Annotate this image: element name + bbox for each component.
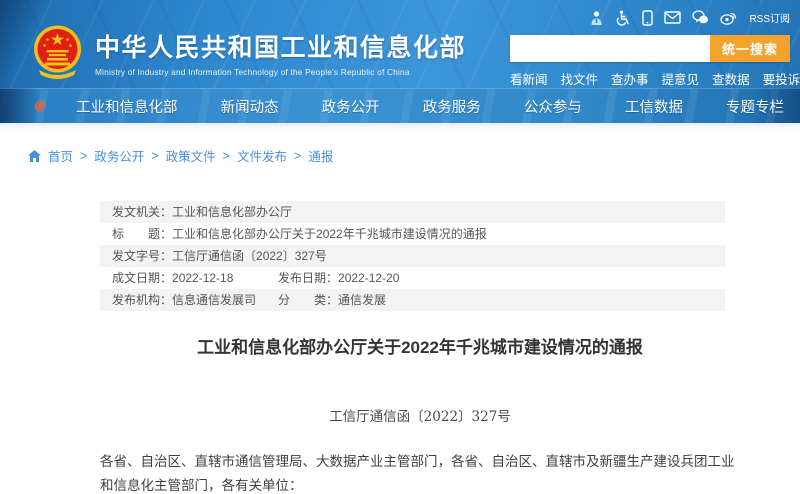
- breadcrumb-separator: >: [294, 149, 301, 163]
- quick-link-services[interactable]: 查办事: [611, 69, 649, 88]
- nav-item-special-topics[interactable]: 专题专栏: [726, 96, 784, 117]
- utility-icon-row: RSS订阅: [510, 9, 790, 26]
- breadcrumb: 首页 > 政务公开 > 政策文件 > 文件发布 > 通报: [28, 146, 800, 165]
- meta-value: 2022-12-20: [338, 271, 399, 285]
- search-bar: 统一搜索: [510, 35, 790, 62]
- quick-link-news[interactable]: 看新闻: [510, 69, 548, 88]
- meta-row-issuing-agency: 发文机关： 工业和信息化部办公厅: [100, 201, 725, 223]
- header-tools: RSS订阅 统一搜索 看新闻 找文件 查办事 提意见 查数据 要投诉: [510, 9, 790, 88]
- breadcrumb-separator: >: [151, 149, 158, 163]
- meta-value: 信息通信发展司: [172, 293, 256, 307]
- breadcrumb-separator: >: [80, 149, 87, 163]
- national-emblem-icon: [33, 25, 82, 79]
- site-title-cn: 中华人民共和国工业和信息化部: [95, 28, 466, 64]
- miit-webpage: 中华人民共和国工业和信息化部 Ministry of Industry and …: [0, 0, 800, 494]
- site-brand[interactable]: 中华人民共和国工业和信息化部 Ministry of Industry and …: [33, 25, 466, 79]
- search-input[interactable]: [510, 35, 710, 62]
- rss-subscribe-link[interactable]: RSS订阅: [749, 10, 790, 25]
- quick-link-feedback[interactable]: 提意见: [662, 69, 700, 88]
- breadcrumb-separator: >: [223, 149, 230, 163]
- meta-label: 标 题：: [112, 227, 172, 241]
- site-title-en: Ministry of Industry and Information Tec…: [95, 67, 466, 77]
- article-title: 工业和信息化部办公厅关于2022年千兆城市建设情况的通报: [110, 337, 730, 359]
- meta-value: 工信厅通信函〔2022〕327号: [172, 249, 327, 263]
- meta-row-dates: 成文日期： 2022-12-18 发布日期： 2022-12-20: [100, 267, 725, 289]
- nav-item-ministry[interactable]: 工业和信息化部: [76, 96, 178, 117]
- breadcrumb-gov-affairs[interactable]: 政务公开: [94, 146, 144, 165]
- breadcrumb-home[interactable]: 首页: [48, 146, 73, 165]
- nav-item-news[interactable]: 新闻动态: [221, 96, 279, 117]
- miit-e-logo-icon[interactable]: e: [30, 95, 50, 115]
- quick-link-files[interactable]: 找文件: [561, 69, 599, 88]
- mobile-icon[interactable]: [642, 10, 653, 26]
- breadcrumb-policy-files[interactable]: 政策文件: [166, 146, 216, 165]
- unified-search-button[interactable]: 统一搜索: [710, 35, 790, 62]
- document-meta-table: 发文机关： 工业和信息化部办公厅 标 题： 工业和信息化部办公厅关于2022年千…: [100, 201, 725, 311]
- quick-link-complaint[interactable]: 要投诉: [763, 69, 800, 88]
- meta-label: 发文字号：: [112, 249, 172, 263]
- meta-value: 工业和信息化部办公厅: [172, 205, 292, 219]
- quick-links-row: 看新闻 找文件 查办事 提意见 查数据 要投诉: [510, 69, 790, 88]
- breadcrumb-file-release[interactable]: 文件发布: [237, 146, 287, 165]
- meta-value: 工业和信息化部办公厅关于2022年千兆城市建设情况的通报: [172, 227, 487, 241]
- meta-label: 发文机关：: [112, 205, 172, 219]
- meta-row-title: 标 题： 工业和信息化部办公厅关于2022年千兆城市建设情况的通报: [100, 223, 725, 245]
- meta-row-publisher-category: 发布机构： 信息通信发展司 分 类： 通信发展: [100, 289, 725, 311]
- main-nav: e 工业和信息化部 新闻动态 政务公开 政务服务 公众参与 工信数据 专题专栏: [0, 88, 800, 123]
- home-icon[interactable]: [28, 150, 41, 162]
- nav-item-data[interactable]: 工信数据: [625, 96, 683, 117]
- weibo-icon[interactable]: [720, 10, 737, 25]
- nav-item-gov-services[interactable]: 政务服务: [423, 96, 481, 117]
- meta-label: 发布日期：: [278, 271, 338, 285]
- site-header: 中华人民共和国工业和信息化部 Ministry of Industry and …: [0, 0, 800, 88]
- site-title-block: 中华人民共和国工业和信息化部 Ministry of Industry and …: [95, 28, 466, 77]
- article: 工业和信息化部办公厅关于2022年千兆城市建设情况的通报 工信厅通信函〔2022…: [110, 337, 730, 494]
- quick-link-data[interactable]: 查数据: [712, 69, 750, 88]
- article-paragraph: 各省、自治区、直辖市通信管理局、大数据产业主管部门，各省、自治区、直辖市及新疆生…: [100, 450, 744, 494]
- mail-icon[interactable]: [664, 11, 681, 24]
- meta-label: 成文日期：: [112, 271, 172, 285]
- wheelchair-icon[interactable]: [615, 10, 631, 26]
- meta-value: 2022-12-18: [172, 271, 233, 285]
- meta-row-doc-number: 发文字号： 工信厅通信函〔2022〕327号: [100, 245, 725, 267]
- nav-shadow: [0, 123, 800, 130]
- breadcrumb-bulletin[interactable]: 通报: [308, 146, 333, 165]
- meta-label: 分 类：: [278, 293, 338, 307]
- meta-label: 发布机构：: [112, 293, 172, 307]
- sign-language-icon[interactable]: [589, 10, 604, 26]
- nav-item-gov-affairs[interactable]: 政务公开: [322, 96, 380, 117]
- article-doc-number: 工信厅通信函〔2022〕327号: [110, 405, 730, 425]
- wechat-icon[interactable]: [692, 10, 709, 25]
- nav-item-participation[interactable]: 公众参与: [524, 96, 582, 117]
- meta-value: 通信发展: [338, 293, 386, 307]
- nav-items: 工业和信息化部 新闻动态 政务公开 政务服务 公众参与 工信数据 专题专栏: [0, 96, 800, 117]
